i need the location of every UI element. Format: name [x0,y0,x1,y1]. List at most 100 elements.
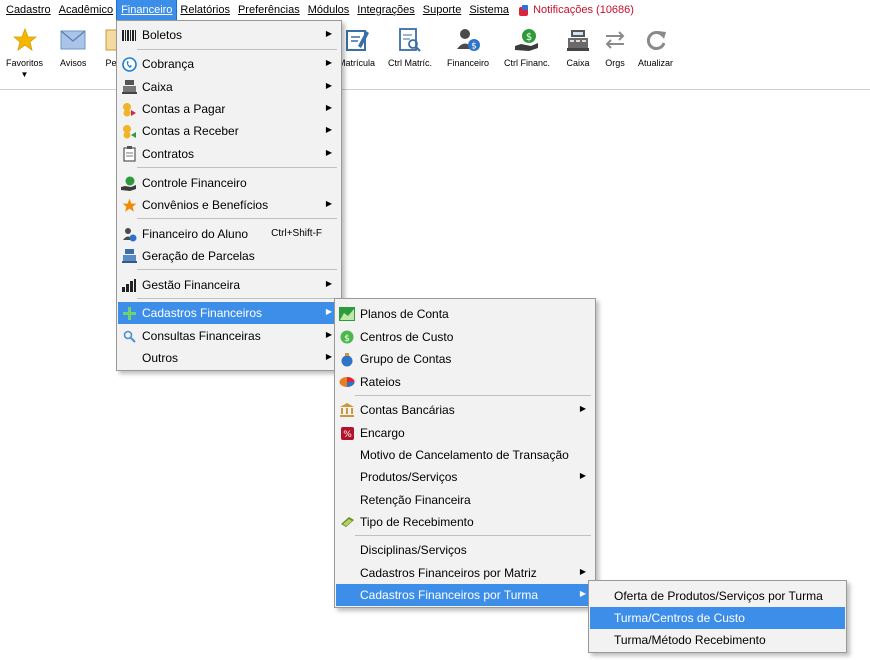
menu-item-label: Tipo de Recebimento [360,515,474,529]
menu-item-motivo-cancelamento[interactable]: Motivo de Cancelamento de Transação [336,444,594,466]
avisos-button[interactable]: Avisos [60,26,86,68]
menu-item-label: Cobrança [142,57,195,71]
star-icon [121,197,137,213]
cash-hand-icon [339,514,355,530]
menu-item-cadastros-financeiros[interactable]: Cadastros Financeiros ▶ [118,302,340,324]
menu-item-cobranca[interactable]: Cobrança ▶ [118,53,340,75]
menu-item-produtos-servicos[interactable]: Produtos/Serviços ▶ [336,466,594,488]
menu-item-cadastros-por-turma[interactable]: Cadastros Financeiros por Turma ▶ [336,584,594,606]
menu-item-turma-metodo-recebimento[interactable]: Turma/Método Recebimento [590,629,845,651]
orgs-button[interactable]: Orgs [602,26,628,68]
menu-separator [355,535,591,536]
menu-item-label: Cadastros Financeiros por Turma [360,588,539,602]
menu-academico[interactable]: Acadêmico [55,0,117,20]
menu-relatorios[interactable]: Relatórios [176,0,234,20]
favoritos-button[interactable]: Favoritos ▼ [6,26,43,79]
bank-icon [339,402,355,418]
menu-item-label: Turma/Método Recebimento [614,633,766,647]
menu-item-rateios[interactable]: Rateios [336,371,594,393]
menu-item-planos-de-conta[interactable]: Planos de Conta [336,303,594,325]
menu-item-contas-a-pagar[interactable]: Contas a Pagar ▶ [118,98,340,120]
caixa-button[interactable]: Caixa [565,26,591,68]
plus-icon [121,305,137,321]
menu-item-encargo[interactable]: % Encargo [336,422,594,444]
menu-item-gestao-financeira[interactable]: Gestão Financeira ▶ [118,274,340,296]
menu-item-turma-centros-de-custo[interactable]: Turma/Centros de Custo [590,607,845,629]
menu-item-label: Contas a Pagar [142,102,226,116]
menu-item-financeiro-do-aluno[interactable]: Financeiro do Aluno Ctrl+Shift-F [118,223,340,245]
submenu-arrow-icon: ▶ [325,279,332,288]
menu-item-boletos[interactable]: Boletos ▶ [118,24,340,46]
notifications-link[interactable]: Notificações (10686) [513,0,638,20]
menu-separator [137,167,337,168]
cash-register-icon [565,26,591,54]
menu-item-centros-de-custo[interactable]: $ Centros de Custo [336,326,594,348]
menu-item-tipo-de-recebimento[interactable]: Tipo de Recebimento [336,511,594,533]
menu-item-geracao-de-parcelas[interactable]: Geração de Parcelas [118,245,340,267]
empty-icon-slot [339,447,355,463]
menu-item-label: Outros [142,351,179,365]
refresh-icon [643,26,669,54]
menu-item-label: Boletos [142,28,183,42]
submenu-arrow-icon: ▶ [325,103,332,112]
menu-item-convenios[interactable]: Convênios e Benefícios ▶ [118,194,340,216]
menu-item-oferta-produtos-turma[interactable]: Oferta de Produtos/Serviços por Turma [590,585,845,607]
bar-chart-icon [121,277,137,293]
chevron-down-icon: ▼ [20,70,29,79]
cash-register-icon [121,79,137,95]
financeiro-menu: Boletos ▶ Cobrança ▶ Caixa ▶ Contas a Pa… [116,20,342,371]
menu-item-label: Rateios [360,375,401,389]
empty-icon-slot [339,492,355,508]
menu-item-label: Grupo de Contas [360,352,452,366]
menu-item-disciplinas-servicos[interactable]: Disciplinas/Serviços [336,539,594,561]
ctrl-financ-button[interactable]: $ Ctrl Financ. [504,26,550,68]
submenu-arrow-icon: ▶ [325,148,332,157]
svg-text:$: $ [344,334,350,344]
menu-item-grupo-de-contas[interactable]: Grupo de Contas [336,348,594,370]
menu-item-label: Cadastros Financeiros [142,306,263,320]
submenu-arrow-icon: ▶ [579,567,586,576]
menu-integracoes[interactable]: Integrações [353,0,418,20]
document-search-icon [397,26,423,54]
pe-label: Pe [105,58,117,68]
matricula-button[interactable]: Matrícula [338,26,375,68]
menu-item-label: Produtos/Serviços [360,470,458,484]
menu-modulos[interactable]: Módulos [304,0,354,20]
menu-item-retencao-financeira[interactable]: Retenção Financeira [336,489,594,511]
menu-preferencias[interactable]: Preferências [234,0,304,20]
empty-icon-slot [339,587,355,603]
ctrl-matric-button[interactable]: Ctrl Matríc. [388,26,432,68]
coin-icon: $ [339,329,355,345]
menu-item-controle-financeiro[interactable]: Controle Financeiro [118,172,340,194]
menu-item-caixa[interactable]: Caixa ▶ [118,76,340,98]
envelope-icon [60,26,86,54]
menu-separator [137,298,337,299]
menu-item-outros[interactable]: Outros ▶ [118,347,340,369]
menu-suporte[interactable]: Suporte [419,0,466,20]
menu-financeiro[interactable]: Financeiro [116,0,178,21]
menu-item-contas-bancarias[interactable]: Contas Bancárias ▶ [336,399,594,421]
financeiro-button[interactable]: $ Financeiro [447,26,489,68]
menu-item-label: Oferta de Produtos/Serviços por Turma [614,589,823,603]
menu-cadastro[interactable]: Cadastro [2,0,55,20]
student-money-icon [121,226,137,242]
submenu-arrow-icon: ▶ [579,404,586,413]
menu-item-consultas-financeiras[interactable]: Consultas Financeiras ▶ [118,325,340,347]
menu-item-label: Encargo [360,426,405,440]
menu-item-label: Planos de Conta [360,307,449,321]
atualizar-button[interactable]: Atualizar [638,26,673,68]
favoritos-label: Favoritos [6,58,44,68]
menu-sistema[interactable]: Sistema [465,0,513,20]
swap-arrows-icon [602,26,628,54]
menu-item-contratos[interactable]: Contratos ▶ [118,143,340,165]
svg-text:$: $ [526,32,532,43]
empty-icon-slot [593,610,609,626]
menu-item-label: Convênios e Benefícios [142,198,269,212]
submenu-arrow-icon: ▶ [579,471,586,480]
menu-item-label: Motivo de Cancelamento de Transação [360,448,569,462]
submenu-arrow-icon: ▶ [325,199,332,208]
menu-item-contas-a-receber[interactable]: Contas a Receber ▶ [118,120,340,142]
ctrl-financ-label: Ctrl Financ. [504,58,551,68]
shortcut-label: Ctrl+Shift-F [271,228,322,239]
menu-item-cadastros-por-matriz[interactable]: Cadastros Financeiros por Matriz ▶ [336,562,594,584]
